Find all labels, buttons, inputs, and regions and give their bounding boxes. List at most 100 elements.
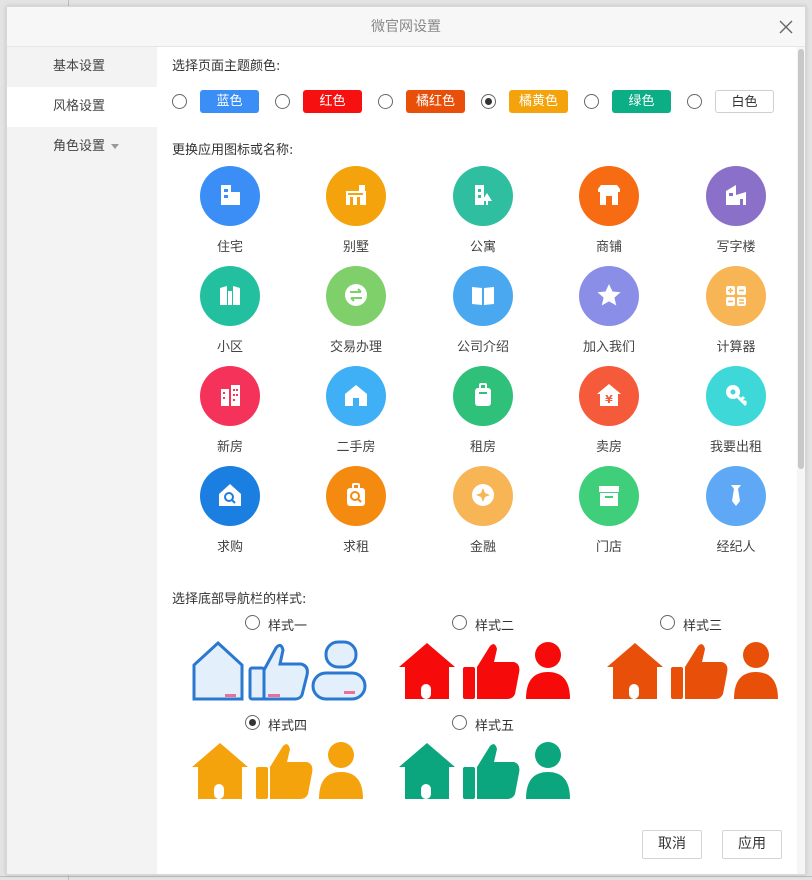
app-icon-item[interactable]: 租房 xyxy=(433,366,533,455)
user-icon xyxy=(734,642,778,699)
app-icon-item[interactable]: 求购 xyxy=(180,466,280,555)
app-icon-item[interactable]: 我要出租 xyxy=(686,366,786,455)
theme-color-chip[interactable]: 绿色 xyxy=(612,90,671,113)
nav-style-label: 样式二 xyxy=(475,619,515,634)
caret-down-icon xyxy=(111,144,120,149)
app-icon-item[interactable]: 住宅 xyxy=(180,166,280,255)
yuan-house-icon: ¥ xyxy=(579,366,639,426)
theme-radio[interactable] xyxy=(275,94,290,109)
app-icon-item[interactable]: 写字楼 xyxy=(686,166,786,255)
app-icon-label: 二手房 xyxy=(336,440,376,455)
app-icon-item[interactable]: 公司介绍 xyxy=(433,266,533,355)
app-icon-label: 经纪人 xyxy=(716,540,756,555)
sidebar-item-label: 基本设置 xyxy=(53,59,106,74)
nav-style-label: 样式四 xyxy=(268,719,308,734)
app-icon-label: 计算器 xyxy=(716,340,756,355)
icons-heading: 更换应用图标或名称: xyxy=(172,143,294,158)
sidebar-item-basic[interactable]: 基本设置 xyxy=(7,47,157,87)
dialog-title-bar: 微官网设置 xyxy=(7,7,805,47)
theme-radio[interactable] xyxy=(172,94,187,109)
sidebar-item-style[interactable]: 风格设置 xyxy=(7,87,157,127)
nav-style-preview[interactable] xyxy=(191,740,367,806)
dialog-title: 微官网设置 xyxy=(371,19,441,35)
user-icon xyxy=(319,742,363,799)
theme-color-chip[interactable]: 红色 xyxy=(303,90,362,113)
close-icon[interactable] xyxy=(777,18,795,36)
app-icon-item[interactable]: 公寓 xyxy=(433,166,533,255)
svg-text:¥: ¥ xyxy=(605,393,613,406)
app-icon-label: 写字楼 xyxy=(716,240,756,255)
app-icon-item[interactable]: 交易办理 xyxy=(306,266,406,355)
app-icon-item[interactable]: 二手房 xyxy=(306,366,406,455)
theme-radio[interactable] xyxy=(584,94,599,109)
app-icon-item[interactable]: 经纪人 xyxy=(686,466,786,555)
nav-style-radio[interactable] xyxy=(245,715,260,730)
cancel-button[interactable]: 取消 xyxy=(642,830,702,859)
user-icon xyxy=(526,642,570,699)
scrollbar[interactable] xyxy=(797,47,805,874)
finance-icon xyxy=(453,466,513,526)
sidebar-item-label: 风格设置 xyxy=(53,99,106,114)
new-house-icon xyxy=(200,366,260,426)
app-icon-item[interactable]: 计算器 xyxy=(686,266,786,355)
app-icon-item[interactable]: 求租 xyxy=(306,466,406,555)
app-icon-label: 商铺 xyxy=(595,240,622,255)
nav-style-radio[interactable] xyxy=(452,615,467,630)
theme-color-chip[interactable]: 橘黄色 xyxy=(509,90,568,113)
app-icon-item[interactable]: 别墅 xyxy=(306,166,406,255)
nav-style-label: 样式五 xyxy=(475,719,515,734)
nav-style-radio[interactable] xyxy=(452,715,467,730)
villa-icon xyxy=(326,166,386,226)
app-icon-item[interactable]: 小区 xyxy=(180,266,280,355)
nav-style-radio[interactable] xyxy=(660,615,675,630)
theme-color-chip[interactable]: 白色 xyxy=(715,90,774,113)
scrollbar-thumb[interactable] xyxy=(798,49,804,469)
app-icon-label: 租房 xyxy=(469,440,496,455)
nav-style-label: 样式三 xyxy=(683,619,723,634)
search-luggage-icon xyxy=(326,466,386,526)
apply-button[interactable]: 应用 xyxy=(722,830,782,859)
app-icon-label: 小区 xyxy=(216,340,243,355)
theme-radio[interactable] xyxy=(481,94,496,109)
nav-style-preview[interactable] xyxy=(191,640,367,706)
settings-dialog: 微官网设置 基本设置 风格设置 角色设置 选择页面主题颜色: 蓝色 红色 橘红色 橘黄… xyxy=(6,6,806,875)
nav-style-preview[interactable] xyxy=(606,640,782,706)
home-icon xyxy=(192,743,248,799)
key-icon xyxy=(706,366,766,426)
sidebar-item-role[interactable]: 角色设置 xyxy=(7,127,157,167)
nav-style-heading: 选择底部导航栏的样式: xyxy=(172,592,307,607)
app-icon-label: 金融 xyxy=(469,540,496,555)
app-icon-item[interactable]: 商铺 xyxy=(559,166,659,255)
app-icon-label: 公寓 xyxy=(469,240,496,255)
exchange-icon xyxy=(326,266,386,326)
app-icon-label: 新房 xyxy=(216,440,243,455)
thumbs-up-icon xyxy=(463,644,520,699)
apartment-icon xyxy=(453,166,513,226)
home-icon xyxy=(399,743,455,799)
app-icon-item[interactable]: 门店 xyxy=(559,466,659,555)
nav-style-radio[interactable] xyxy=(245,615,260,630)
theme-color-chip[interactable]: 橘红色 xyxy=(406,90,465,113)
app-icon-item[interactable]: 加入我们 xyxy=(559,266,659,355)
thumbs-up-icon xyxy=(671,644,728,699)
app-icon-item[interactable]: 新房 xyxy=(180,366,280,455)
store-icon xyxy=(579,466,639,526)
calculator-icon xyxy=(706,266,766,326)
theme-radio[interactable] xyxy=(378,94,393,109)
theme-color-chip[interactable]: 蓝色 xyxy=(200,90,259,113)
main-panel: 选择页面主题颜色: 蓝色 红色 橘红色 橘黄色 绿色 白色 更换应用图标或名称: 住宅 别墅… xyxy=(157,47,797,874)
theme-radio[interactable] xyxy=(687,94,702,109)
app-icon-label: 我要出租 xyxy=(709,440,762,455)
user-icon xyxy=(526,742,570,799)
building-icon xyxy=(200,166,260,226)
app-icon-item[interactable]: 金融 xyxy=(433,466,533,555)
nav-style-preview[interactable] xyxy=(398,740,574,806)
community-icon xyxy=(200,266,260,326)
nav-style-preview[interactable] xyxy=(398,640,574,706)
sidebar: 基本设置 风格设置 角色设置 xyxy=(7,47,157,874)
app-icon-label: 求租 xyxy=(342,540,369,555)
app-icon-label: 交易办理 xyxy=(329,340,382,355)
sidebar-item-label: 角色设置 xyxy=(53,139,106,154)
app-icon-item[interactable]: ¥ 卖房 xyxy=(559,366,659,455)
search-house-icon xyxy=(200,466,260,526)
